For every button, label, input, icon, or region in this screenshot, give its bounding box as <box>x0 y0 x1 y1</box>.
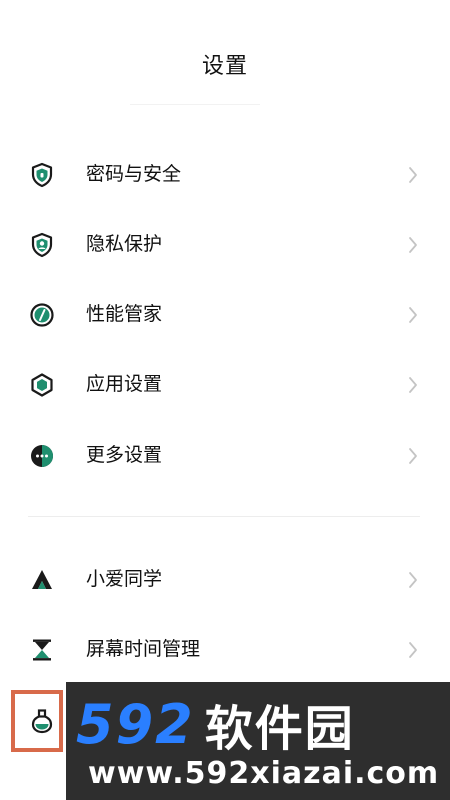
menu-item-password-security[interactable]: 密码与安全 <box>0 139 450 209</box>
more-dots-circle-icon <box>31 445 53 467</box>
menu-item-label: 性能管家 <box>86 303 163 325</box>
menu-item-label: 更多设置 <box>86 444 163 466</box>
performance-gauge-icon <box>30 303 54 327</box>
menu-item-xiaoai[interactable]: 小爱同学 <box>0 544 450 614</box>
watermark-banner: 592 软件园 www.592xiazai.com <box>66 682 450 800</box>
menu-item-label: 密码与安全 <box>86 163 182 185</box>
menu-item-label: 屏幕时间管理 <box>86 638 201 660</box>
privacy-shield-icon <box>31 232 53 258</box>
hexagon-app-icon <box>31 373 53 397</box>
menu-item-screen-time[interactable]: 屏幕时间管理 <box>0 614 450 684</box>
chevron-right-icon <box>409 237 417 253</box>
chevron-right-icon <box>409 448 417 464</box>
watermark-logo: 592 软件园 <box>76 692 446 758</box>
watermark-brand-number: 592 <box>76 692 195 756</box>
chevron-right-icon <box>409 642 417 658</box>
menu-item-label: 隐私保护 <box>86 233 163 255</box>
divider <box>130 104 260 105</box>
menu-item-label: 应用设置 <box>86 373 163 395</box>
menu-item-more-settings[interactable]: 更多设置 <box>0 420 450 490</box>
page-title: 设置 <box>201 54 248 79</box>
chevron-right-icon <box>409 572 417 588</box>
menu-item-performance[interactable]: 性能管家 <box>0 279 450 349</box>
menu-item-label: 小爱同学 <box>86 568 163 590</box>
watermark-url: www.592xiazai.com <box>88 756 440 791</box>
chevron-right-icon <box>409 377 417 393</box>
xiaoai-assistant-icon <box>32 570 52 589</box>
menu-item-app-settings[interactable]: 应用设置 <box>0 349 450 419</box>
chevron-right-icon <box>409 167 417 183</box>
chevron-right-icon <box>409 307 417 323</box>
shield-lock-icon <box>31 162 53 188</box>
section-divider <box>28 516 420 517</box>
highlight-box <box>11 690 63 752</box>
watermark-brand-text: 软件园 <box>204 701 355 757</box>
menu-item-privacy[interactable]: 隐私保护 <box>0 209 450 279</box>
header: 设置 <box>0 0 450 130</box>
hourglass-icon <box>33 639 51 661</box>
